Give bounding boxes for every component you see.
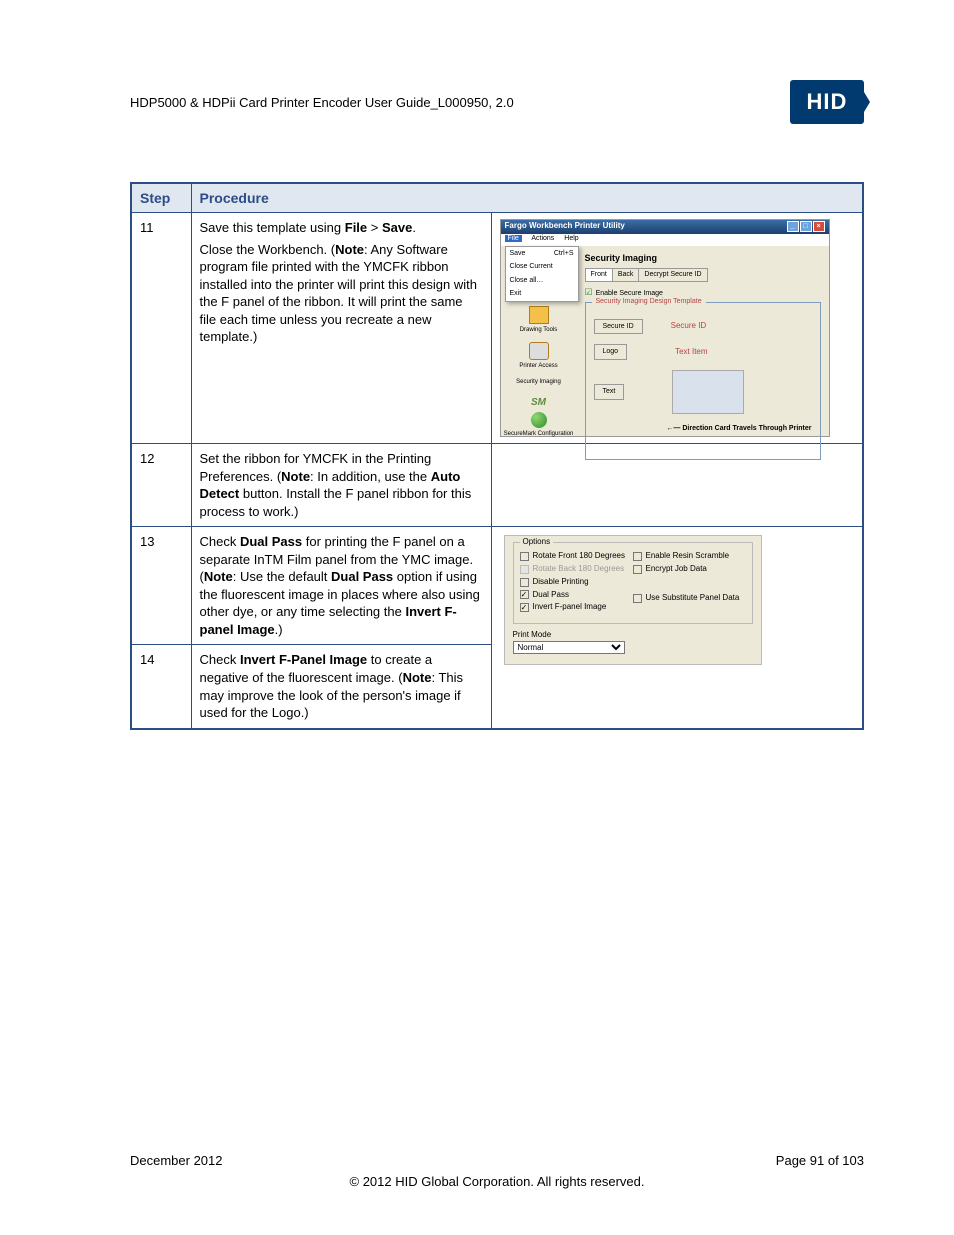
securemark-config-label: SecureMark Configuration bbox=[501, 430, 577, 438]
workbench-titlebar: Fargo Workbench Printer Utility _□× bbox=[501, 220, 829, 234]
opt-substitute-panel[interactable]: Use Substitute Panel Data bbox=[633, 593, 746, 604]
printer-access-icon[interactable] bbox=[529, 342, 549, 360]
step-14-text: Check Invert F-Panel Image to create a n… bbox=[191, 645, 491, 729]
menubar: File Actions Help bbox=[501, 234, 829, 246]
logo-button[interactable]: Logo bbox=[594, 344, 628, 359]
printer-access-label: Printer Access bbox=[501, 362, 577, 370]
tabs: FrontBackDecrypt Secure ID bbox=[585, 268, 821, 281]
page-footer: December 2012 Page 91 of 103 © 2012 HID … bbox=[130, 1153, 864, 1189]
options-legend: Options bbox=[520, 537, 554, 548]
fieldset-legend: Security Imaging Design Template bbox=[592, 297, 706, 306]
menu-help[interactable]: Help bbox=[564, 235, 578, 242]
close-icon[interactable]: × bbox=[813, 221, 825, 232]
step-13-text: Check Dual Pass for printing the F panel… bbox=[191, 527, 491, 645]
security-imaging-label: Security Imaging bbox=[501, 378, 577, 386]
step-13-14-screenshot-cell: Options Rotate Front 180 Degrees Rotate … bbox=[491, 527, 863, 729]
direction-arrow-note: ←— Direction Card Travels Through Printe… bbox=[594, 424, 812, 433]
drawing-tools-icon[interactable] bbox=[529, 306, 549, 324]
securemark-icon[interactable]: SM bbox=[529, 394, 549, 412]
secure-id-button[interactable]: Secure ID bbox=[594, 319, 643, 334]
menu-save[interactable]: SaveCtrl+S bbox=[506, 247, 578, 260]
step-12-text: Set the ribbon for YMCFK in the Printing… bbox=[191, 444, 491, 527]
options-fieldset: Options Rotate Front 180 Degrees Rotate … bbox=[513, 542, 753, 624]
text-button[interactable]: Text bbox=[594, 384, 625, 399]
opt-invert-fpanel[interactable]: Invert F-panel Image bbox=[520, 602, 633, 613]
step-11-text: Save this template using File > Save. Cl… bbox=[191, 213, 491, 444]
tab-front[interactable]: Front bbox=[585, 268, 613, 281]
drawing-tools-label: Drawing Tools bbox=[501, 326, 577, 334]
securemark-circle-icon[interactable] bbox=[531, 412, 547, 428]
step-14-num: 14 bbox=[131, 645, 191, 729]
opt-resin-scramble[interactable]: Enable Resin Scramble bbox=[633, 551, 746, 562]
step-11-screenshot-cell: Fargo Workbench Printer Utility _□× File… bbox=[491, 213, 863, 444]
th-step: Step bbox=[131, 183, 191, 213]
footer-copyright: © 2012 HID Global Corporation. All right… bbox=[130, 1174, 864, 1189]
print-mode-select[interactable]: Normal bbox=[513, 641, 625, 654]
menu-close-all[interactable]: Close all… bbox=[506, 274, 578, 287]
footer-page: Page 91 of 103 bbox=[776, 1153, 864, 1168]
tab-decrypt[interactable]: Decrypt Secure ID bbox=[638, 268, 707, 281]
step-13-num: 13 bbox=[131, 527, 191, 645]
page-header: HDP5000 & HDPii Card Printer Encoder Use… bbox=[130, 80, 864, 124]
maximize-icon[interactable]: □ bbox=[800, 221, 812, 232]
procedure-table: Step Procedure 11 Save this template usi… bbox=[130, 182, 864, 730]
workbench-title: Fargo Workbench Printer Utility bbox=[505, 221, 625, 233]
menu-file[interactable]: File bbox=[505, 235, 522, 242]
menu-close-current[interactable]: Close Current bbox=[506, 260, 578, 273]
opt-disable-printing[interactable]: Disable Printing bbox=[520, 577, 633, 588]
menu-actions[interactable]: Actions bbox=[531, 235, 554, 242]
design-template-fieldset: Security Imaging Design Template Secure … bbox=[585, 302, 821, 460]
opt-dual-pass[interactable]: Dual Pass bbox=[520, 590, 633, 601]
minimize-icon[interactable]: _ bbox=[787, 221, 799, 232]
card-preview bbox=[672, 370, 744, 414]
secure-id-label: Secure ID bbox=[671, 321, 707, 332]
workbench-window: Fargo Workbench Printer Utility _□× File… bbox=[500, 219, 830, 437]
th-procedure: Procedure bbox=[191, 183, 863, 213]
doc-title: HDP5000 & HDPii Card Printer Encoder Use… bbox=[130, 95, 514, 110]
text-item-label: Text Item bbox=[675, 347, 707, 358]
footer-date: December 2012 bbox=[130, 1153, 223, 1168]
opt-encrypt-job[interactable]: Encrypt Job Data bbox=[633, 564, 746, 575]
file-menu-dropdown: SaveCtrl+S Close Current Close all… Exit bbox=[505, 246, 579, 302]
main-panel: Security Imaging FrontBackDecrypt Secure… bbox=[577, 246, 829, 436]
tab-back[interactable]: Back bbox=[612, 268, 640, 281]
opt-rotate-back: Rotate Back 180 Degrees bbox=[520, 564, 633, 575]
step-12-num: 12 bbox=[131, 444, 191, 527]
window-controls: _□× bbox=[786, 221, 825, 233]
hid-logo: HID bbox=[790, 80, 864, 124]
step-11-num: 11 bbox=[131, 213, 191, 444]
panel-title: Security Imaging bbox=[585, 252, 821, 264]
menu-exit[interactable]: Exit bbox=[506, 287, 578, 300]
options-panel: Options Rotate Front 180 Degrees Rotate … bbox=[504, 535, 762, 665]
print-mode-label: Print Mode bbox=[513, 630, 753, 641]
opt-rotate-front[interactable]: Rotate Front 180 Degrees bbox=[520, 551, 633, 562]
